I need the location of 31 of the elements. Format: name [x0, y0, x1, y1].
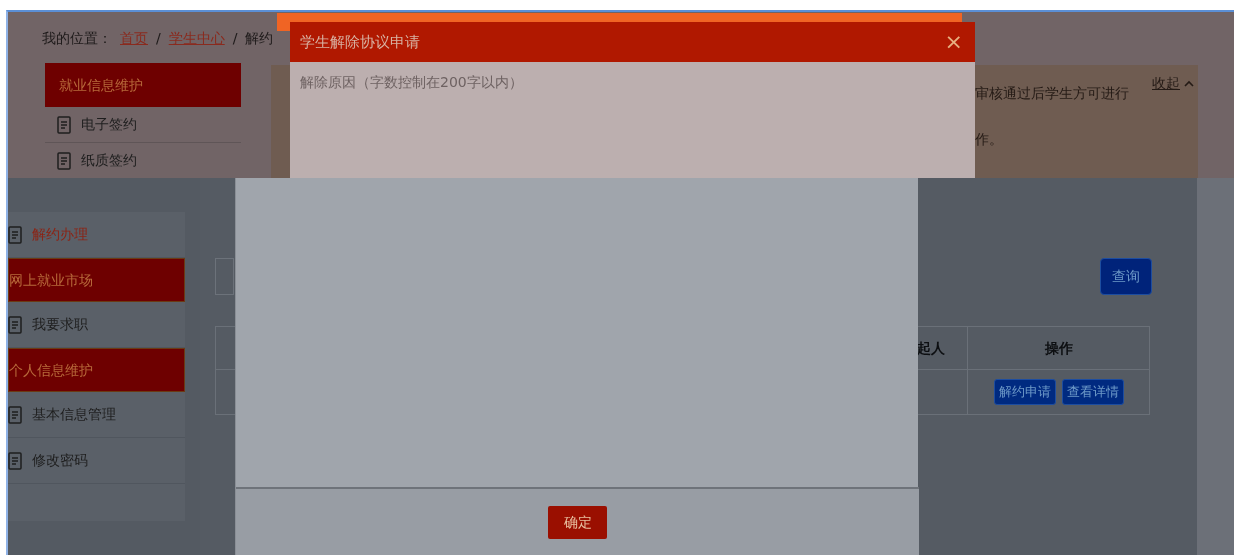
action-button[interactable]: 解约申请: [993, 379, 1056, 405]
breadcrumb-separator: /: [232, 29, 238, 48]
breadcrumb-link[interactable]: 学生中心: [168, 28, 225, 49]
document-icon: [8, 315, 24, 334]
notice-text: 审核通过后学生方可进行: [975, 84, 1130, 103]
breadcrumb-label: 我的位置：: [42, 29, 112, 48]
menu-item[interactable]: 修改密码: [8, 438, 185, 484]
column-header: 起人: [916, 338, 946, 358]
action-button[interactable]: 查看详情: [1061, 379, 1124, 405]
notice-text: 作。: [975, 130, 1004, 150]
modal-title: 学生解除协议申请: [300, 31, 420, 53]
close-button[interactable]: ×: [944, 31, 963, 53]
breadcrumb-link[interactable]: 解约: [245, 28, 274, 49]
confirm-button[interactable]: 确定: [548, 505, 607, 539]
document-icon: [8, 451, 24, 470]
document-icon: [8, 405, 24, 424]
menu-item[interactable]: 电子签约: [45, 107, 241, 143]
menu-section-header: 网上就业市场: [8, 258, 185, 302]
filter-field[interactable]: [215, 258, 234, 295]
chevron-up-icon: [1184, 79, 1194, 87]
breadcrumb-separator: /: [156, 29, 161, 48]
document-icon: [57, 115, 73, 134]
menu-item[interactable]: 基本信息管理: [8, 392, 185, 438]
column-header: 操作: [967, 327, 1149, 369]
menu-section-header: 就业信息维护: [45, 63, 241, 107]
document-icon: [8, 225, 24, 244]
reason-field[interactable]: 解除原因（字数控制在200字以内）: [290, 62, 975, 178]
document-icon: [57, 151, 73, 170]
query-button[interactable]: 查询: [1100, 258, 1152, 295]
breadcrumb-link[interactable]: 首页: [120, 28, 148, 49]
menu-section-header: 个人信息维护: [8, 348, 185, 392]
